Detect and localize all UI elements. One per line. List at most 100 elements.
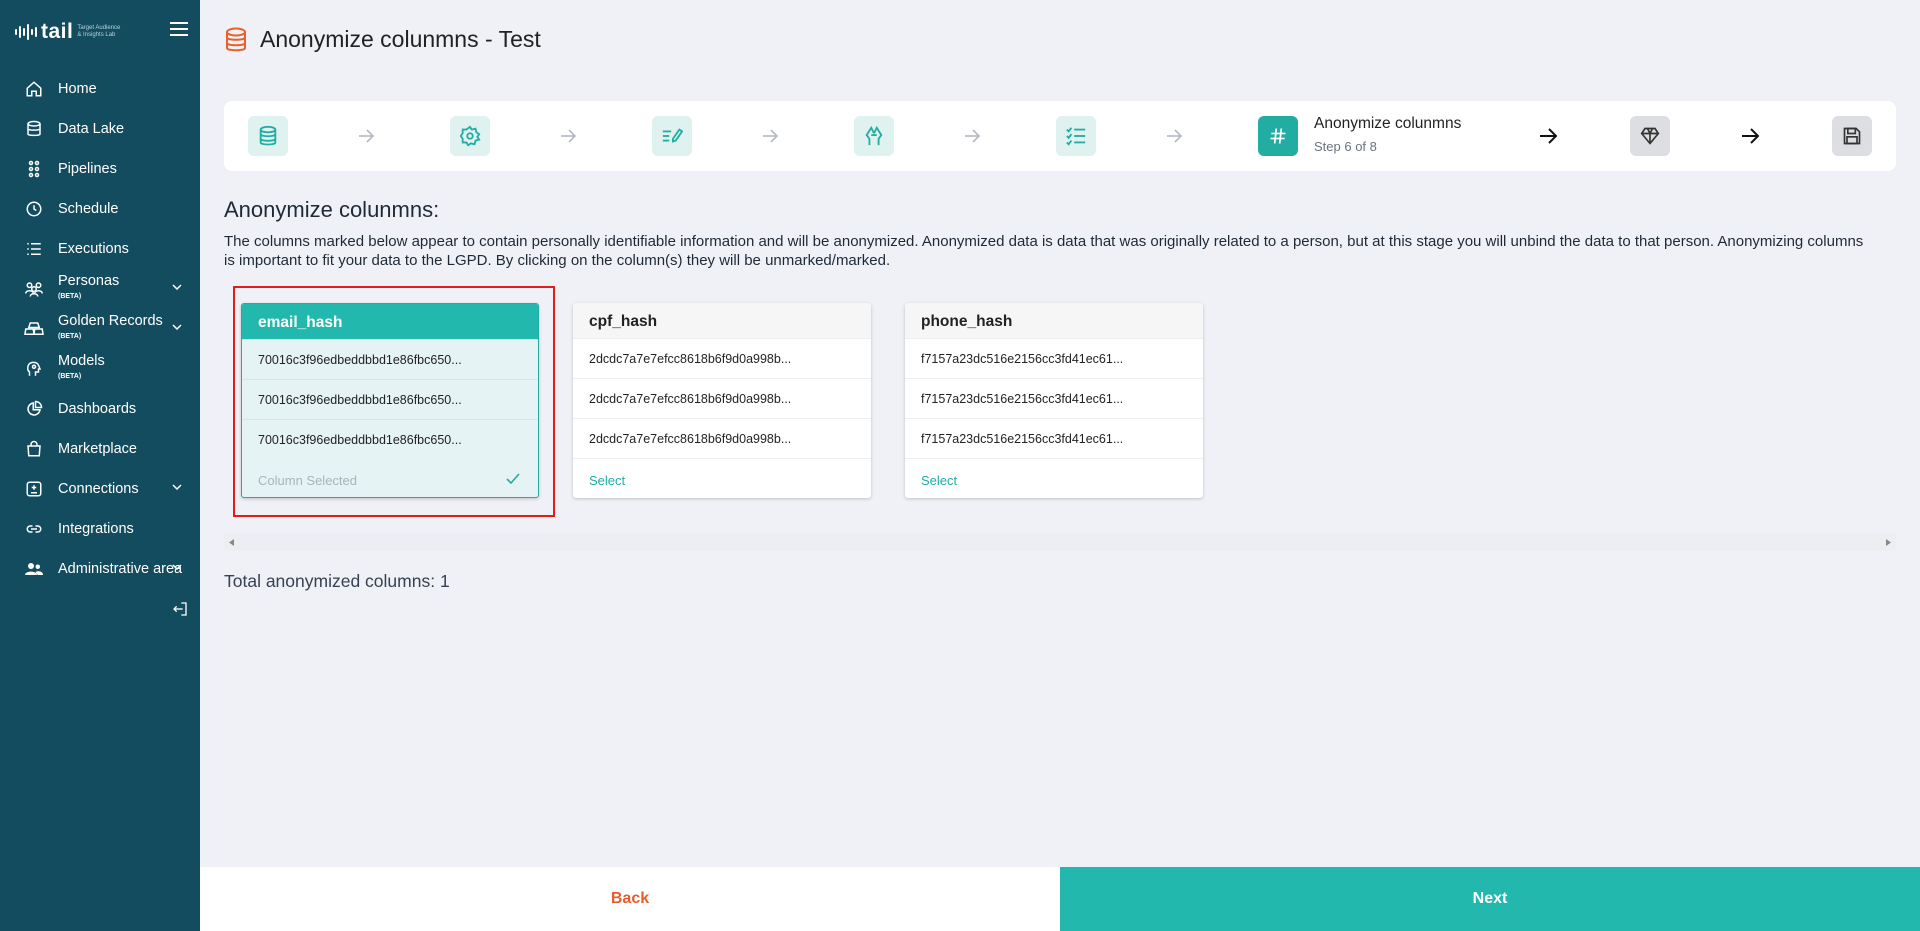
horizontal-scrollbar[interactable] [224, 533, 1896, 551]
section-title: Anonymize colunmns: [224, 197, 440, 222]
scroll-left-icon[interactable] [229, 539, 235, 546]
step-4-button[interactable] [854, 116, 894, 156]
next-button[interactable]: Next [1060, 867, 1920, 931]
column-name: email_hash [242, 304, 538, 339]
column-card-cpf-hash[interactable]: cpf_hash 2dcdc7a7e7efcc8618b6f9d0a998b..… [573, 303, 871, 498]
sidebar-item-integrations[interactable]: Integrations [0, 509, 200, 549]
sidebar-item-label: Dashboards [58, 401, 137, 417]
select-column-link[interactable]: Select [905, 458, 1203, 498]
plug-icon [24, 479, 44, 499]
sidebar-item-pipelines[interactable]: Pipelines [0, 149, 200, 189]
step-6-button[interactable] [1258, 116, 1298, 156]
sidebar-item-executions[interactable]: Executions [0, 229, 200, 269]
clock-icon [24, 199, 44, 219]
column-value: f7157a23dc516e2156cc3fd41ec61... [905, 378, 1203, 418]
arrow-right-icon [763, 129, 779, 143]
database-icon [226, 27, 246, 51]
chevron-down-icon[interactable] [172, 484, 182, 490]
list-icon [24, 239, 44, 259]
wizard-footer: Back Next [200, 867, 1920, 931]
logout-button[interactable] [172, 601, 188, 617]
database-icon [24, 119, 44, 139]
shopping-bag-icon [24, 439, 44, 459]
chevron-down-icon[interactable] [172, 564, 182, 570]
column-status-label: Column Selected [258, 473, 357, 488]
column-name: cpf_hash [573, 303, 871, 338]
sidebar-item-label: Golden Records (BETA) [58, 314, 163, 344]
users-admin-icon [24, 559, 44, 579]
current-step-counter: Step 6 of 8 [1314, 139, 1377, 154]
arrow-right-icon [1742, 128, 1760, 144]
arrow-right-icon [1167, 129, 1183, 143]
soundwave-icon [15, 24, 37, 40]
sidebar-item-administrative-area[interactable]: Administrative area [0, 549, 200, 589]
sidebar-item-label: Connections [58, 481, 139, 497]
column-value: 70016c3f96edbeddbbd1e86fbc650... [242, 419, 538, 459]
page-title: Anonymize colunmns - Test [260, 26, 541, 52]
check-icon [506, 473, 520, 484]
sidebar-item-label: Integrations [58, 521, 134, 537]
wizard-stepper: Anonymize colunmns Step 6 of 8 [224, 101, 1896, 171]
arrow-right-icon [561, 129, 577, 143]
current-step-label: Anonymize colunmns Step 6 of 8 [1314, 115, 1461, 154]
total-anonymized-count: Total anonymized columns: 1 [224, 571, 450, 591]
column-value: f7157a23dc516e2156cc3fd41ec61... [905, 338, 1203, 378]
database-icon [259, 125, 277, 146]
sidebar-item-label: Administrative area [58, 561, 183, 577]
brand-logo[interactable]: tail Target Audience & Insights Lab [14, 20, 123, 44]
pie-chart-icon [24, 399, 44, 419]
select-column-link[interactable]: Select [573, 458, 871, 498]
menu-toggle-button[interactable] [170, 22, 188, 36]
beta-badge: (BETA) [58, 373, 82, 380]
column-card-phone-hash[interactable]: phone_hash f7157a23dc516e2156cc3fd41ec61… [905, 303, 1203, 498]
brand-subtitle: Target Audience & Insights Lab [77, 25, 121, 38]
column-value: 70016c3f96edbeddbbd1e86fbc650... [242, 339, 538, 379]
sidebar-item-connections[interactable]: Connections [0, 469, 200, 509]
save-icon [1843, 127, 1861, 145]
column-value: 2dcdc7a7e7efcc8618b6f9d0a998b... [573, 338, 871, 378]
step-1-button[interactable] [248, 116, 288, 156]
sidebar-item-label: Pipelines [58, 161, 117, 177]
column-card-email-hash[interactable]: email_hash 70016c3f96edbeddbbd1e86fbc650… [241, 303, 539, 498]
gold-bars-icon [24, 319, 44, 339]
column-name: phone_hash [905, 303, 1203, 338]
home-icon [24, 79, 44, 99]
column-value: 2dcdc7a7e7efcc8618b6f9d0a998b... [573, 378, 871, 418]
sidebar-item-personas[interactable]: Personas (BETA) [0, 269, 200, 309]
brand-name: tail [41, 20, 74, 43]
sidebar: tail Target Audience & Insights Lab Home… [0, 0, 200, 931]
chevron-down-icon[interactable] [172, 324, 182, 330]
step-5-button[interactable] [1056, 116, 1096, 156]
sidebar-item-dashboards[interactable]: Dashboards [0, 389, 200, 429]
step-7-button[interactable] [1630, 116, 1670, 156]
arrow-right-icon [1540, 128, 1558, 144]
checklist-icon [1066, 127, 1086, 146]
sidebar-nav: Home Data Lake Pipelines Schedule Execut… [0, 69, 200, 589]
head-gear-icon [24, 359, 44, 379]
column-status: Column Selected [242, 459, 538, 497]
sidebar-item-home[interactable]: Home [0, 69, 200, 109]
sidebar-item-schedule[interactable]: Schedule [0, 189, 200, 229]
beta-badge: (BETA) [58, 333, 82, 340]
sidebar-item-data-lake[interactable]: Data Lake [0, 109, 200, 149]
sidebar-item-label: Marketplace [58, 441, 137, 457]
step-8-button[interactable] [1832, 116, 1872, 156]
current-step-title: Anonymize colunmns [1314, 115, 1462, 132]
page-header: Anonymize colunmns - Test [224, 26, 541, 53]
scroll-right-icon[interactable] [1885, 539, 1891, 546]
sidebar-item-models[interactable]: Models (BETA) [0, 349, 200, 389]
column-value: f7157a23dc516e2156cc3fd41ec61... [905, 418, 1203, 458]
sidebar-item-label: Personas (BETA) [58, 274, 119, 304]
step-3-button[interactable] [652, 116, 692, 156]
beta-badge: (BETA) [58, 293, 82, 300]
sidebar-item-golden-records[interactable]: Golden Records (BETA) [0, 309, 200, 349]
diamond-icon [1640, 127, 1660, 145]
hands-icon [865, 125, 883, 146]
arrow-right-icon [359, 129, 375, 143]
people-icon [24, 279, 44, 299]
back-button[interactable]: Back [200, 867, 1060, 931]
sidebar-item-marketplace[interactable]: Marketplace [0, 429, 200, 469]
chevron-down-icon[interactable] [172, 284, 182, 290]
sidebar-item-label: Data Lake [58, 121, 125, 137]
step-2-button[interactable] [450, 116, 490, 156]
